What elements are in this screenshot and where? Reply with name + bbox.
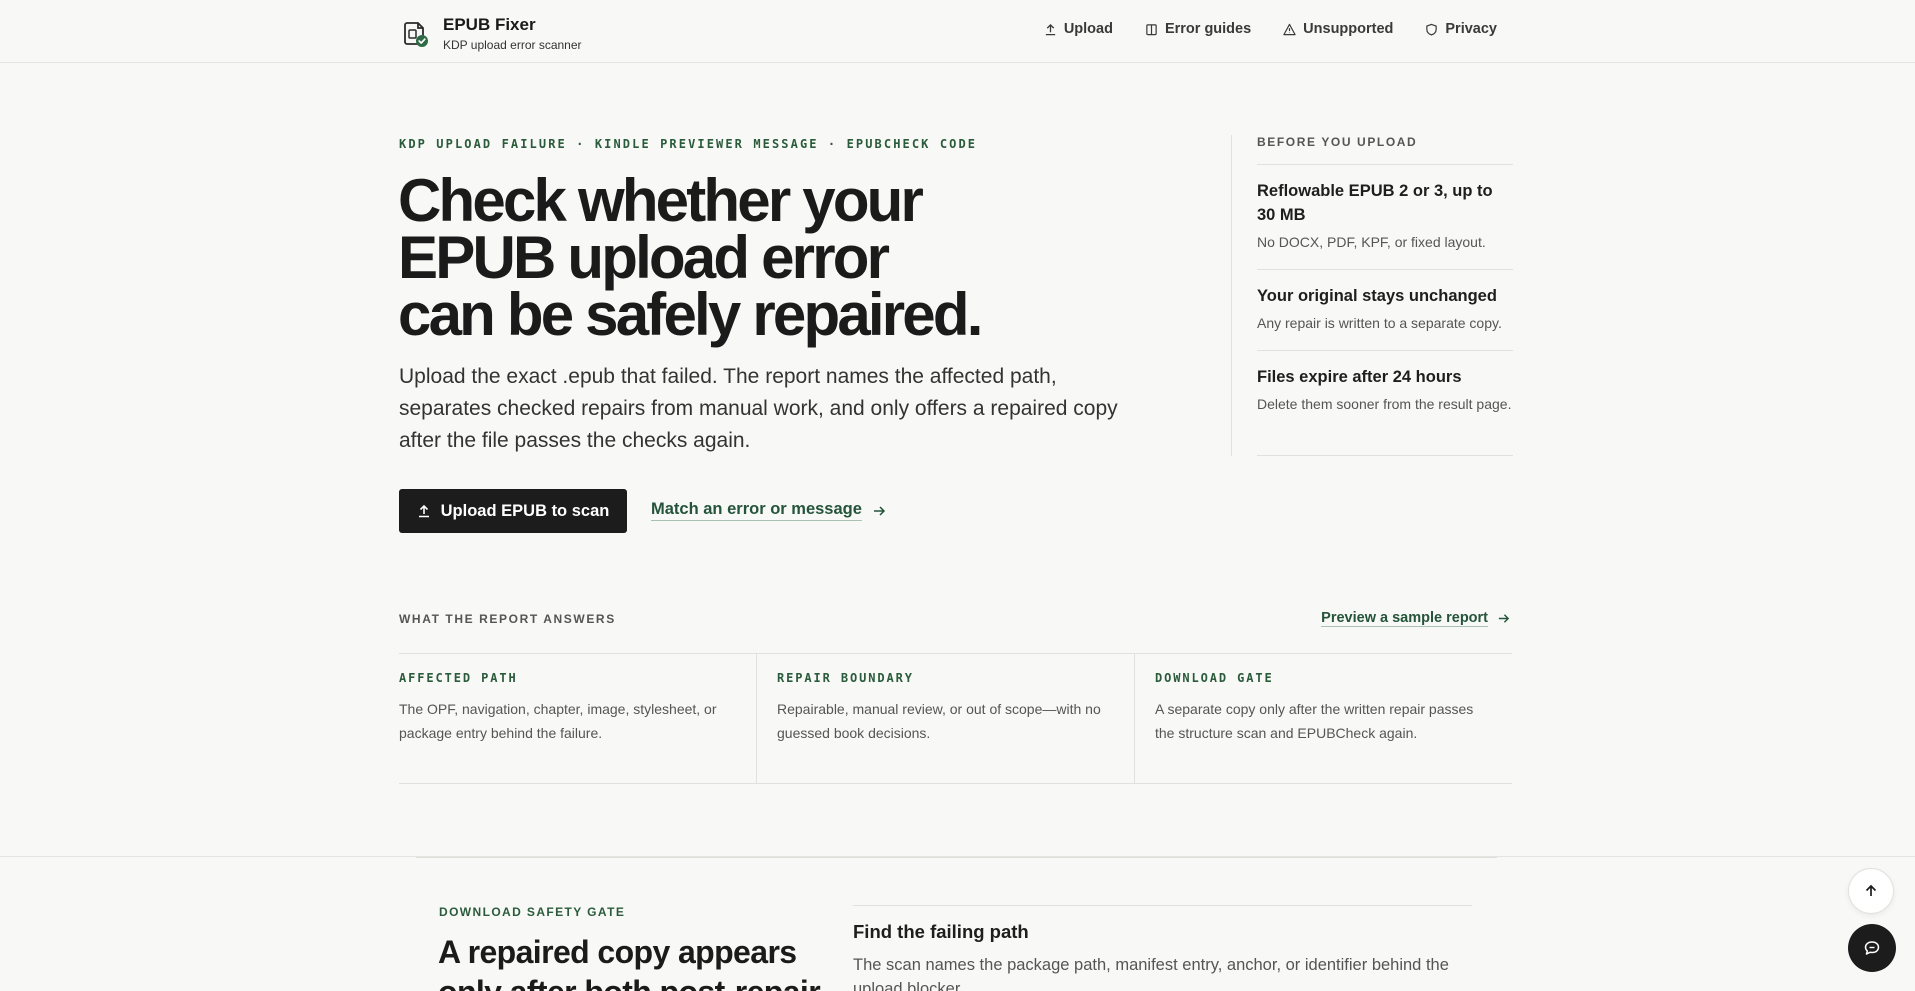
- hero-title: Check whether your EPUB upload error can…: [398, 171, 1038, 345]
- arrow-right-icon: [1498, 614, 1510, 623]
- nav-privacy[interactable]: Privacy: [1425, 21, 1497, 37]
- report-cards: AFFECTED PATH The OPF, navigation, chapt…: [399, 653, 1512, 784]
- match-error-link[interactable]: Match an error or message: [651, 500, 886, 521]
- aside-item-title: Files expire after 24 hours: [1257, 368, 1462, 386]
- aside-item-text: Any repair is written to a separate copy…: [1257, 315, 1502, 331]
- nav-privacy-label: Privacy: [1445, 21, 1497, 37]
- before-upload-panel: BEFORE YOU UPLOAD Reflowable EPUB 2 or 3…: [1231, 135, 1513, 456]
- chat-button[interactable]: [1848, 924, 1896, 972]
- match-error-link-label: Match an error or message: [651, 500, 862, 521]
- report-card-key: AFFECTED PATH: [399, 671, 518, 685]
- upload-icon: [418, 504, 429, 518]
- report-card-text: Repairable, manual review, or out of sco…: [777, 701, 1101, 741]
- report-card-download-gate: DOWNLOAD GATE A separate copy only after…: [1134, 654, 1512, 783]
- preview-sample-report-link[interactable]: Preview a sample report: [1321, 610, 1510, 627]
- aside-item-title: Your original stays unchanged: [1257, 287, 1497, 305]
- divider: [1257, 455, 1513, 456]
- hero-description: Upload the exact .epub that failed. The …: [399, 365, 1118, 452]
- brand-title: EPUB Fixer: [443, 15, 536, 34]
- brand[interactable]: EPUB Fixer KDP upload error scanner: [401, 15, 582, 53]
- arrow-right-icon: [873, 505, 885, 516]
- main-nav: Upload Error guides Unsupported Privacy: [1044, 21, 1497, 37]
- step-title: Find the failing path: [853, 921, 1029, 942]
- nav-error-guides-label: Error guides: [1164, 21, 1252, 37]
- nav-unsupported[interactable]: Unsupported: [1283, 21, 1393, 37]
- step-text: The scan names the package path, manifes…: [853, 956, 1449, 991]
- aside-item: Files expire after 24 hours Delete them …: [1257, 350, 1513, 416]
- nav-upload-label: Upload: [1063, 21, 1113, 37]
- nav-upload[interactable]: Upload: [1044, 21, 1113, 37]
- site-header: EPUB Fixer KDP upload error scanner Uplo…: [0, 0, 1915, 63]
- divider: [416, 857, 1497, 858]
- brand-subtitle: KDP upload error scanner: [443, 38, 582, 52]
- preview-sample-report-label: Preview a sample report: [1321, 610, 1488, 627]
- warning-icon: [1283, 23, 1296, 35]
- report-card-text: A separate copy only after the written r…: [1155, 701, 1474, 741]
- book-icon: [1146, 23, 1157, 35]
- lower-title: A repaired copy appears only after both …: [438, 934, 821, 991]
- hero-title-line-3: can be safely repaired.: [398, 281, 983, 348]
- report-card-affected-path: AFFECTED PATH The OPF, navigation, chapt…: [399, 654, 756, 783]
- divider: [853, 905, 1472, 906]
- logo-icon: [401, 20, 429, 48]
- aside-item: Reflowable EPUB 2 or 3, up to 30 MB No D…: [1257, 164, 1513, 254]
- upload-epub-button-label: Upload EPUB to scan: [440, 501, 610, 520]
- chat-icon: [1864, 941, 1880, 955]
- report-card-key: DOWNLOAD GATE: [1155, 671, 1274, 685]
- upload-icon: [1045, 23, 1055, 35]
- aside-item-text: No DOCX, PDF, KPF, or fixed layout.: [1257, 234, 1486, 250]
- report-card-text: The OPF, navigation, chapter, image, sty…: [399, 701, 717, 741]
- report-card-key: REPAIR BOUNDARY: [777, 671, 914, 685]
- nav-unsupported-label: Unsupported: [1303, 21, 1394, 37]
- arrow-up-icon: [1865, 884, 1877, 896]
- upload-epub-button[interactable]: Upload EPUB to scan: [399, 489, 627, 533]
- aside-item-title: Reflowable EPUB 2 or 3, up to 30 MB: [1257, 182, 1493, 224]
- hero-eyebrow: KDP UPLOAD FAILURE · KINDLE PREVIEWER ME…: [399, 137, 978, 151]
- lower-eyebrow: DOWNLOAD SAFETY GATE: [439, 905, 626, 919]
- aside-label: BEFORE YOU UPLOAD: [1257, 135, 1418, 149]
- report-card-repair-boundary: REPAIR BOUNDARY Repairable, manual revie…: [756, 654, 1134, 783]
- nav-error-guides[interactable]: Error guides: [1145, 21, 1251, 37]
- aside-item: Your original stays unchanged Any repair…: [1257, 269, 1513, 335]
- aside-item-text: Delete them sooner from the result page.: [1257, 396, 1512, 412]
- scroll-to-top-button[interactable]: [1848, 868, 1894, 914]
- report-section-label: WHAT THE REPORT ANSWERS: [399, 612, 616, 626]
- shield-icon: [1426, 23, 1438, 36]
